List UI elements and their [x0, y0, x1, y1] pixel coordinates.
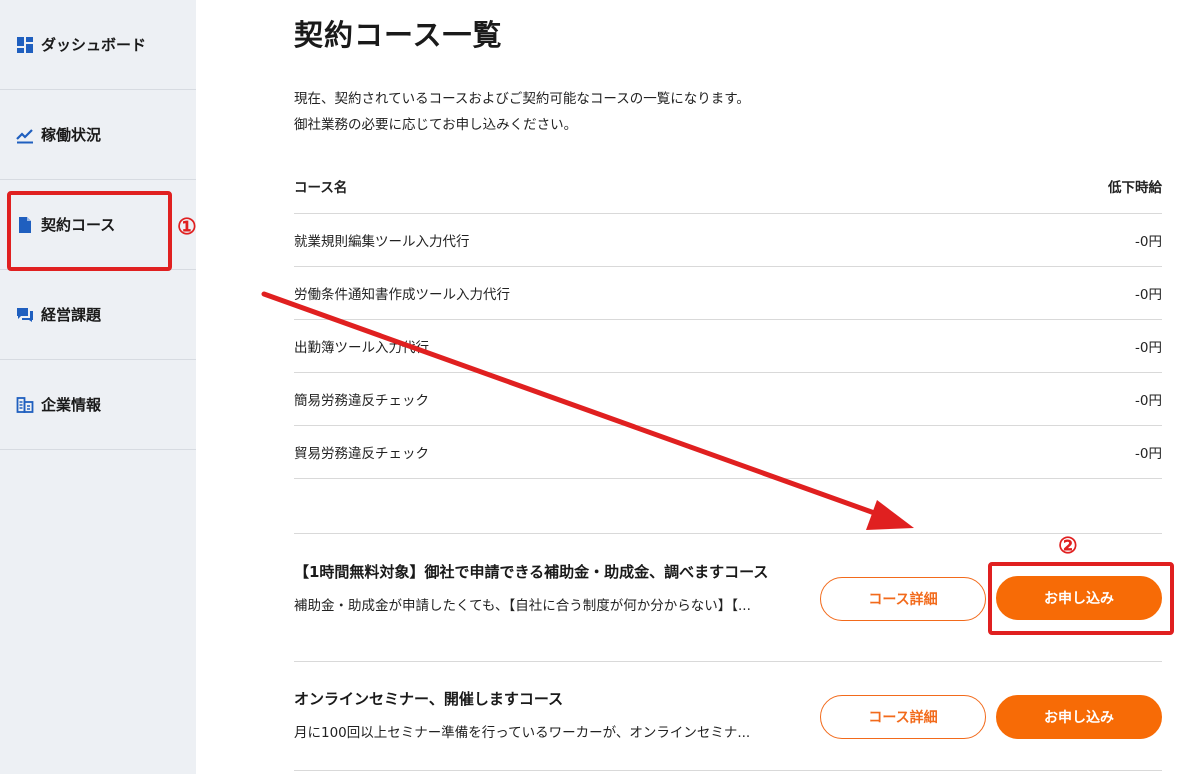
- course-price: -0円: [1135, 340, 1162, 356]
- column-header-course-name: コース名: [294, 179, 348, 196]
- sidebar-item-label: 経営課題: [41, 306, 102, 324]
- section-divider: [294, 770, 1162, 771]
- course-price: -0円: [1135, 446, 1162, 462]
- dashboard-icon: [16, 36, 34, 54]
- intro-line-1: 現在、契約されているコースおよびご契約可能なコースの一覧になります。: [294, 91, 750, 107]
- sidebar-item-label: 企業情報: [41, 396, 102, 414]
- table-row: 貿易労務違反チェック -0円: [294, 426, 1162, 479]
- sidebar-item-label: ダッシュボード: [41, 36, 147, 54]
- sidebar-item-company-info[interactable]: 企業情報: [0, 360, 196, 450]
- course-detail-button[interactable]: コース詳細: [820, 577, 986, 621]
- sidebar-item-dashboard[interactable]: ダッシュボード: [0, 0, 196, 90]
- section-divider: [294, 533, 1162, 534]
- intro-line-2: 御社業務の必要に応じてお申し込みください。: [294, 117, 578, 133]
- course-name: 簡易労務違反チェック: [294, 393, 429, 409]
- course-name: 就業規則編集ツール入力代行: [294, 234, 470, 250]
- course-name: 出勤簿ツール入力代行: [294, 340, 429, 356]
- course-price: -0円: [1135, 234, 1162, 250]
- course-price: -0円: [1135, 393, 1162, 409]
- course-price: -0円: [1135, 287, 1162, 303]
- chat-icon: [16, 306, 34, 324]
- sidebar: ダッシュボード 稼働状況 契約コース 経営課題 企業情報: [0, 0, 196, 774]
- page-title: 契約コース一覧: [294, 18, 503, 52]
- course-name: 労働条件通知書作成ツール入力代行: [294, 287, 510, 303]
- course-card-description: 補助金・助成金が申請したくても、【自社に合う制度が何か分からない】【...: [294, 598, 751, 614]
- intro-text: 現在、契約されているコースおよびご契約可能なコースの一覧になります。 御社業務の…: [294, 86, 750, 138]
- trend-chart-icon: [16, 126, 34, 144]
- table-row: 労働条件通知書作成ツール入力代行 -0円: [294, 267, 1162, 320]
- column-header-price: 低下時給: [1108, 179, 1162, 196]
- course-card-title: 【1時間無料対象】御社で申請できる補助金・助成金、調べますコース: [294, 563, 769, 581]
- step-2-marker: ②: [1058, 533, 1078, 559]
- table-row: 簡易労務違反チェック -0円: [294, 373, 1162, 426]
- apply-button[interactable]: お申し込み: [996, 695, 1162, 739]
- course-card-description: 月に100回以上セミナー準備を行っているワーカーが、オンラインセミナ...: [294, 725, 751, 741]
- highlight-box-step2: [988, 562, 1174, 635]
- table-row: 就業規則編集ツール入力代行 -0円: [294, 214, 1162, 267]
- sidebar-item-status[interactable]: 稼働状況: [0, 90, 196, 180]
- section-divider: [294, 661, 1162, 662]
- table-row: 出勤簿ツール入力代行 -0円: [294, 320, 1162, 373]
- step-1-marker: ①: [177, 214, 197, 240]
- table-header: コース名 低下時給: [294, 158, 1162, 214]
- course-name: 貿易労務違反チェック: [294, 446, 429, 462]
- course-detail-button[interactable]: コース詳細: [820, 695, 986, 739]
- sidebar-item-business-issues[interactable]: 経営課題: [0, 270, 196, 360]
- highlight-box-step1: [7, 191, 172, 271]
- course-card-title: オンラインセミナー、開催しますコース: [294, 690, 564, 708]
- sidebar-item-label: 稼働状況: [41, 126, 102, 144]
- building-icon: [16, 396, 34, 414]
